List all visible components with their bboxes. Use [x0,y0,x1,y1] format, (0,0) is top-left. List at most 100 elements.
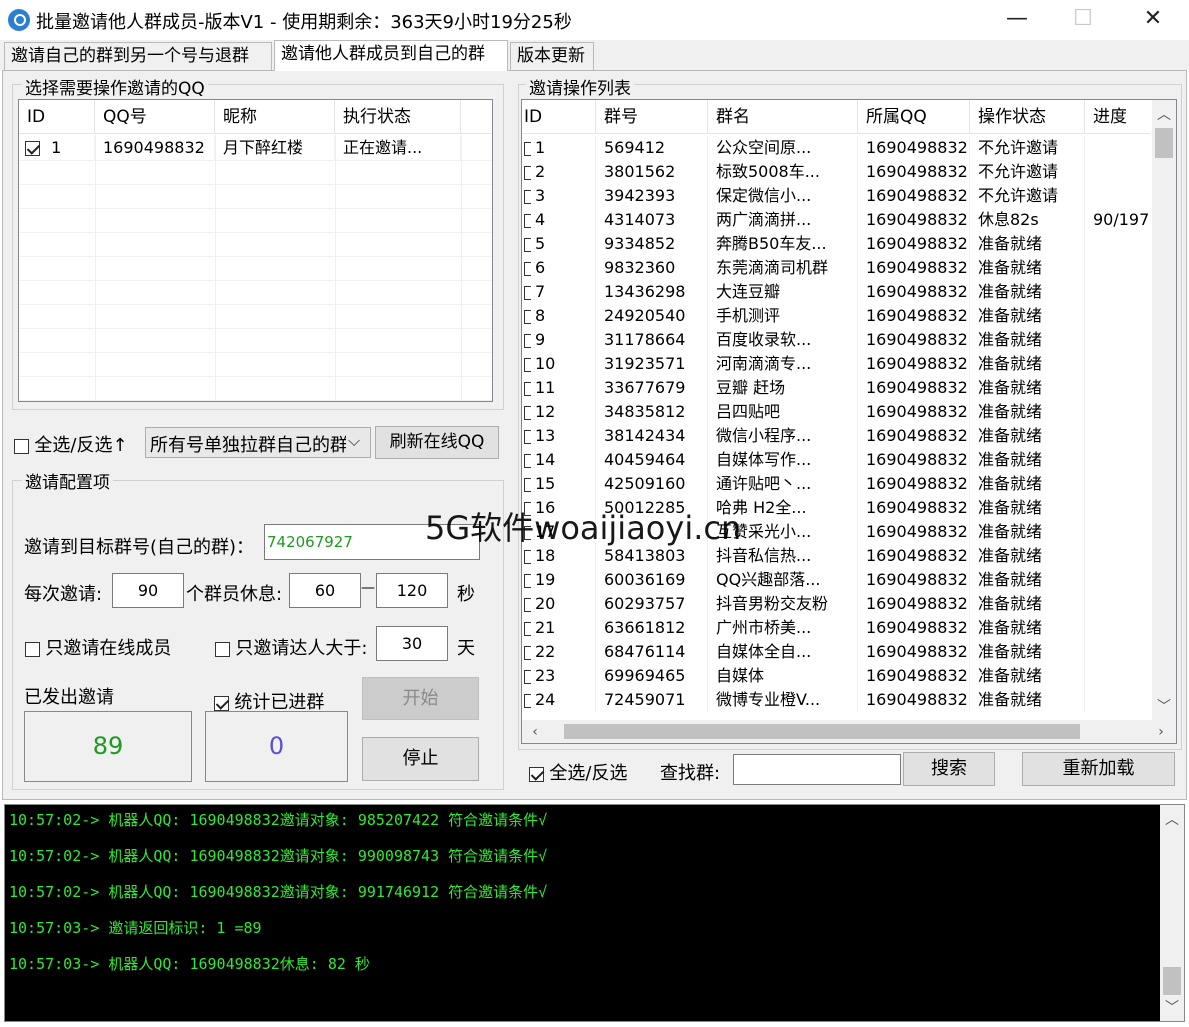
group-row-checkbox[interactable] [524,237,531,252]
scroll-down-icon[interactable]: ﹀ [1161,997,1183,1019]
group-list-row[interactable]: 8 24920540 手机测评 1690498832 准备就绪 [522,304,1165,328]
group-list-row[interactable]: 10 31923571 河南滴滴专... 1690498832 准备就绪 [522,352,1165,376]
group-list-row[interactable]: 3 3942393 保定微信小... 1690498832 不允许邀请 [522,184,1165,208]
group-row-checkbox[interactable] [524,189,531,204]
group-row-number: 9334852 [596,232,708,256]
per-invite-input[interactable]: 90 [112,573,184,608]
group-row-checkbox[interactable] [524,381,531,396]
qq-select-all[interactable]: 全选/反选↑ [14,431,128,457]
group-list-row[interactable]: 23 69969465 自媒体 1690498832 准备就绪 [522,664,1165,688]
log-console[interactable]: 10:57:02-> 机器人QQ: 1690498832邀请对象: 985207… [4,804,1185,1022]
qq-row-checkbox[interactable] [25,141,40,156]
log-scrollbar[interactable]: ︿ ﹀ [1160,805,1184,1021]
log-scroll-thumb[interactable] [1163,967,1181,995]
qq-list-row[interactable]: 1 1690498832 月下醉红楼 正在邀请... [19,136,492,160]
group-select-all-checkbox[interactable] [529,766,544,782]
tab-invite-own-groups[interactable]: 邀请自己的群到另一个号与退群 [4,42,272,70]
group-row-checkbox[interactable] [524,573,531,588]
scroll-right-icon[interactable]: › [1150,721,1172,743]
group-row-status: 准备就绪 [970,304,1085,328]
scroll-down-icon[interactable]: ﹀ [1153,696,1175,718]
group-row-checkbox[interactable] [524,333,531,348]
stop-button[interactable]: 停止 [362,737,479,781]
group-list-row[interactable]: 14 40459464 自媒体写作... 1690498832 准备就绪 [522,448,1165,472]
group-row-checkbox[interactable] [524,141,531,156]
group-row-checkbox[interactable] [524,405,531,420]
group-row-checkbox[interactable] [524,549,531,564]
group-row-checkbox[interactable] [524,261,531,276]
column-header-operation-status[interactable]: 操作状态 [970,100,1085,134]
group-list-row[interactable]: 12 34835812 吕四贴吧 1690498832 准备就绪 [522,400,1165,424]
vertical-scroll-thumb[interactable] [1155,128,1173,158]
tab-invite-others-members[interactable]: 邀请他人群成员到自己的群 [274,40,508,71]
group-list-row[interactable]: 7 13436298 大连豆瓣 1690498832 准备就绪 [522,280,1165,304]
horizontal-scrollbar[interactable]: ‹ › [522,720,1176,743]
group-list-row[interactable]: 1 569412 公众空间原... 1690498832 不允许邀请 [522,136,1165,160]
reload-button[interactable]: 重新加载 [1022,752,1175,786]
scroll-up-icon[interactable]: ︿ [1153,104,1175,126]
group-list-row[interactable]: 13 38142434 微信小程序... 1690498832 准备就绪 [522,424,1165,448]
group-list-row[interactable]: 19 60036169 QQ兴趣部落... 1690498832 准备就绪 [522,568,1165,592]
tab-version-update[interactable]: 版本更新 [510,42,594,70]
column-header-nickname[interactable]: 昵称 [215,100,335,134]
scroll-left-icon[interactable]: ‹ [524,721,546,743]
group-row-checkbox[interactable] [524,165,531,180]
group-row-checkbox[interactable] [524,669,531,684]
scroll-up-icon[interactable]: ︿ [1161,809,1183,831]
group-row-checkbox[interactable] [524,357,531,372]
start-button[interactable]: 开始 [362,677,479,720]
online-only-checkbox[interactable] [25,641,40,657]
maximize-button[interactable]: ☐ [1060,0,1106,38]
column-header-id[interactable]: ID [522,100,596,134]
stat-joined-checkbox[interactable] [214,695,229,711]
column-header-group-name[interactable]: 群名 [708,100,858,134]
column-header-exec-status[interactable]: 执行状态 [335,100,461,134]
group-list-row[interactable]: 20 60293757 抖音男粉交友粉 1690498832 准备就绪 [522,592,1165,616]
group-list-row[interactable]: 22 68476114 自媒体全自... 1690498832 准备就绪 [522,640,1165,664]
column-header-qq[interactable]: QQ号 [95,100,215,134]
group-row-checkbox[interactable] [524,693,531,708]
group-list-row[interactable]: 21 63661812 广州市桥美... 1690498832 准备就绪 [522,616,1165,640]
group-list-row[interactable]: 15 42509160 通许贴吧丶... 1690498832 准备就绪 [522,472,1165,496]
expert-checkbox[interactable] [215,641,230,657]
expert-days-input[interactable]: 30 [376,626,448,661]
group-row-checkbox[interactable] [524,477,531,492]
horizontal-scroll-thumb[interactable] [564,724,1080,739]
group-list-row[interactable]: 2 3801562 标致5008车... 1690498832 不允许邀请 [522,160,1165,184]
online-only-option[interactable]: 只邀请在线成员 [25,634,171,660]
minimize-button[interactable]: — [994,0,1040,38]
close-button[interactable]: ✕ [1130,0,1176,38]
rest-max-input[interactable]: 120 [376,573,448,608]
rest-min-input[interactable]: 60 [289,573,361,608]
refresh-online-qq-button[interactable]: 刷新在线QQ [375,426,499,459]
column-header-owner-qq[interactable]: 所属QQ [858,100,970,134]
group-list-row[interactable]: 6 9832360 东莞滴滴司机群 1690498832 准备就绪 [522,256,1165,280]
group-list-row[interactable]: 5 9334852 奔腾B50车友... 1690498832 准备就绪 [522,232,1165,256]
column-header-id[interactable]: ID [19,100,95,134]
group-list-row[interactable]: 24 72459071 微博专业橙V... 1690498832 准备就绪 [522,688,1165,712]
group-row-checkbox[interactable] [524,213,531,228]
group-row-checkbox[interactable] [524,645,531,660]
group-row-checkbox[interactable] [524,597,531,612]
group-select-all[interactable]: 全选/反选 [529,759,627,785]
group-list-row[interactable]: 11 33677679 豆瓣 赶场 1690498832 准备就绪 [522,376,1165,400]
search-button[interactable]: 搜索 [903,752,995,786]
group-list-row[interactable]: 9 31178664 百度收录软... 1690498832 准备就绪 [522,328,1165,352]
group-list-row[interactable]: 4 4314073 两广滴滴拼... 1690498832 休息82s 90/197 [522,208,1165,232]
column-header-group-number[interactable]: 群号 [596,100,708,134]
group-list[interactable]: ID 群号 群名 所属QQ 操作状态 进度 1 569412 公众空间原... 169… [521,99,1177,744]
qq-select-all-checkbox[interactable] [14,438,29,454]
search-group-input[interactable] [733,754,901,785]
group-row-checkbox[interactable] [524,309,531,324]
group-row-checkbox[interactable] [524,453,531,468]
mode-select[interactable]: 所有号单独拉群自己的群 ⌵ [145,427,371,458]
group-row-owner-qq: 1690498832 [858,448,970,472]
vertical-scrollbar[interactable]: ︿ ﹀ [1152,100,1176,720]
group-row-owner-qq: 1690498832 [858,688,970,712]
group-row-checkbox[interactable] [524,429,531,444]
group-row-checkbox[interactable] [524,621,531,636]
online-only-label: 只邀请在线成员 [45,638,172,659]
group-row-checkbox[interactable] [524,285,531,300]
qq-list[interactable]: ID QQ号 昵称 执行状态 1 1690498832 月下醉红楼 正在邀请..… [18,99,493,402]
expert-option[interactable]: 只邀请达人大于: [215,634,367,660]
